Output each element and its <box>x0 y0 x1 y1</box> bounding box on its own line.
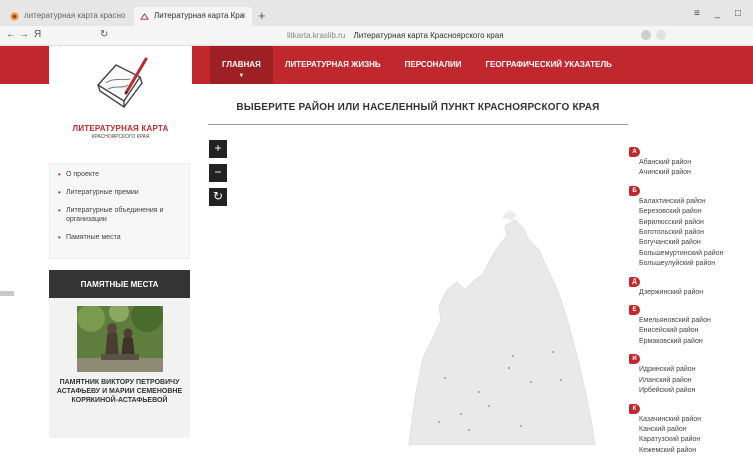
district-link[interactable]: Абанский район <box>629 158 753 168</box>
reset-view-button[interactable]: ↻ <box>209 188 227 206</box>
district-link[interactable]: Балахтинский район <box>629 197 753 207</box>
protect-icon[interactable] <box>641 30 651 40</box>
district-link[interactable]: Каратузский район <box>629 435 753 445</box>
browser-tab-inactive[interactable]: литературная карта красно <box>4 7 134 26</box>
browser-tab-active[interactable]: Литературная карта Кра × <box>134 7 252 26</box>
url-domain: litkarta.kraslib.ru <box>287 31 346 40</box>
sidebar-nav: О проекте Литературные премии Литературн… <box>49 163 190 259</box>
letter-badge: Б <box>629 185 640 196</box>
district-link[interactable]: Казачинский район <box>629 415 753 425</box>
district-link[interactable]: Ирбейский район <box>629 386 753 396</box>
menu-item-label: ПЕРСОНАЛИИ <box>404 60 462 69</box>
menu-item-home[interactable]: ГЛАВНАЯ ▼ <box>210 46 273 84</box>
site-logo-favicon-icon <box>140 12 149 20</box>
menu-item-label: ЛИТЕРАТУРНАЯ ЖИЗНЬ <box>284 60 381 69</box>
letter-badge: А <box>629 147 640 157</box>
url-page-title: Литературная карта Красноярского края <box>353 31 504 40</box>
bookmark-star-icon[interactable] <box>656 30 666 40</box>
memorial-card[interactable]: ПАМЯТНИК ВИКТОРУ ПЕТРОВИЧУ АСТАФЬЕВУ И М… <box>49 298 190 438</box>
district-link[interactable]: Канский район <box>629 425 753 435</box>
district-link[interactable]: Богучанский район <box>629 238 753 248</box>
letter-badge: Е <box>629 305 640 316</box>
book-pen-logo-icon <box>96 57 147 109</box>
menu-item-label: ГЛАВНАЯ <box>222 60 261 69</box>
menu-item-persons[interactable]: ПЕРСОНАЛИИ <box>393 46 474 84</box>
memorial-caption[interactable]: ПАМЯТНИК ВИКТОРУ ПЕТРОВИЧУ АСТАФЬЕВУ И М… <box>53 378 186 405</box>
district-link[interactable]: Ермаковский район <box>629 337 753 347</box>
forward-button[interactable]: → <box>19 29 29 40</box>
district-link[interactable]: Бирилюсский район <box>629 218 753 228</box>
window-controls[interactable]: ≡ _ □ <box>694 8 747 19</box>
district-link[interactable]: Идринский район <box>629 365 753 375</box>
menu-item-label: ГЕОГРАФИЧЕСКИЙ УКАЗАТЕЛЬ <box>485 60 612 69</box>
browser-tab-title: литературная карта красно <box>24 11 126 20</box>
district-link[interactable]: Иланский район <box>629 376 753 386</box>
district-link[interactable]: Ачинский район <box>629 168 753 178</box>
close-tab-icon[interactable]: × <box>241 10 246 20</box>
logo-subtitle: КРАСНОЯРСКОГО КРАЯ <box>91 134 150 140</box>
memorial-section-heading[interactable]: ПАМЯТНЫЕ МЕСТА <box>49 270 190 298</box>
region-map[interactable] <box>209 130 629 445</box>
letter-badge: К <box>629 403 640 414</box>
address-bar: ← → Я ↻ litkarta.kraslib.ru Литературная… <box>0 26 753 46</box>
sidebar-item-organizations[interactable]: Литературные объединения и организации <box>58 206 183 224</box>
back-button[interactable]: ← <box>6 29 16 40</box>
divider <box>0 291 14 296</box>
reload-button[interactable]: ↻ <box>100 29 108 40</box>
menu-item-literary-life[interactable]: ЛИТЕРАТУРНАЯ ЖИЗНЬ <box>273 46 393 84</box>
site-favicon-icon <box>10 12 19 21</box>
letter-badge: Д <box>629 276 640 287</box>
logo-title: ЛИТЕРАТУРНАЯ КАРТА <box>72 124 169 133</box>
menu-item-geo-index[interactable]: ГЕОГРАФИЧЕСКИЙ УКАЗАТЕЛЬ <box>473 46 623 84</box>
district-link[interactable]: Емельяновский район <box>629 316 753 326</box>
url-field[interactable]: litkarta.kraslib.ru Литературная карта К… <box>287 31 504 40</box>
browser-tab-title: Литературная карта Кра <box>154 11 245 20</box>
district-link[interactable]: Большемуртинский район <box>629 249 753 259</box>
heading-divider <box>208 124 628 125</box>
new-tab-button[interactable]: + <box>258 8 266 23</box>
district-link[interactable]: Березовский район <box>629 207 753 217</box>
zoom-out-button[interactable]: − <box>209 164 227 182</box>
district-link[interactable]: Дзержинский район <box>629 288 753 298</box>
browser-tab-strip: литературная карта красно Литературная к… <box>0 0 753 26</box>
letter-badge: И <box>629 354 640 365</box>
site-logo[interactable]: ЛИТЕРАТУРНАЯ КАРТА КРАСНОЯРСКОГО КРАЯ <box>49 46 192 156</box>
sidebar-item-memorial-places[interactable]: Памятные места <box>58 233 183 242</box>
monument-photo[interactable] <box>77 306 163 372</box>
district-link[interactable]: Енисейский район <box>629 326 753 336</box>
yandex-home-button[interactable]: Я <box>34 29 41 40</box>
district-link[interactable]: Боготольский район <box>629 228 753 238</box>
sidebar-item-about[interactable]: О проекте <box>58 170 183 179</box>
main-menu: ГЛАВНАЯ ▼ ЛИТЕРАТУРНАЯ ЖИЗНЬ ПЕРСОНАЛИИ … <box>210 46 624 84</box>
district-link[interactable]: Кежемский район <box>629 446 753 456</box>
zoom-in-button[interactable]: + <box>209 140 227 158</box>
page-title: ВЫБЕРИТЕ РАЙОН ИЛИ НАСЕЛЕННЫЙ ПУНКТ КРАС… <box>236 102 600 113</box>
district-index: А Абанский район Ачинский район Б Балахт… <box>629 140 753 456</box>
sidebar-item-prizes[interactable]: Литературные премии <box>58 188 183 197</box>
chevron-down-icon: ▼ <box>238 73 245 79</box>
district-link[interactable]: Большеулуйский район <box>629 259 753 269</box>
